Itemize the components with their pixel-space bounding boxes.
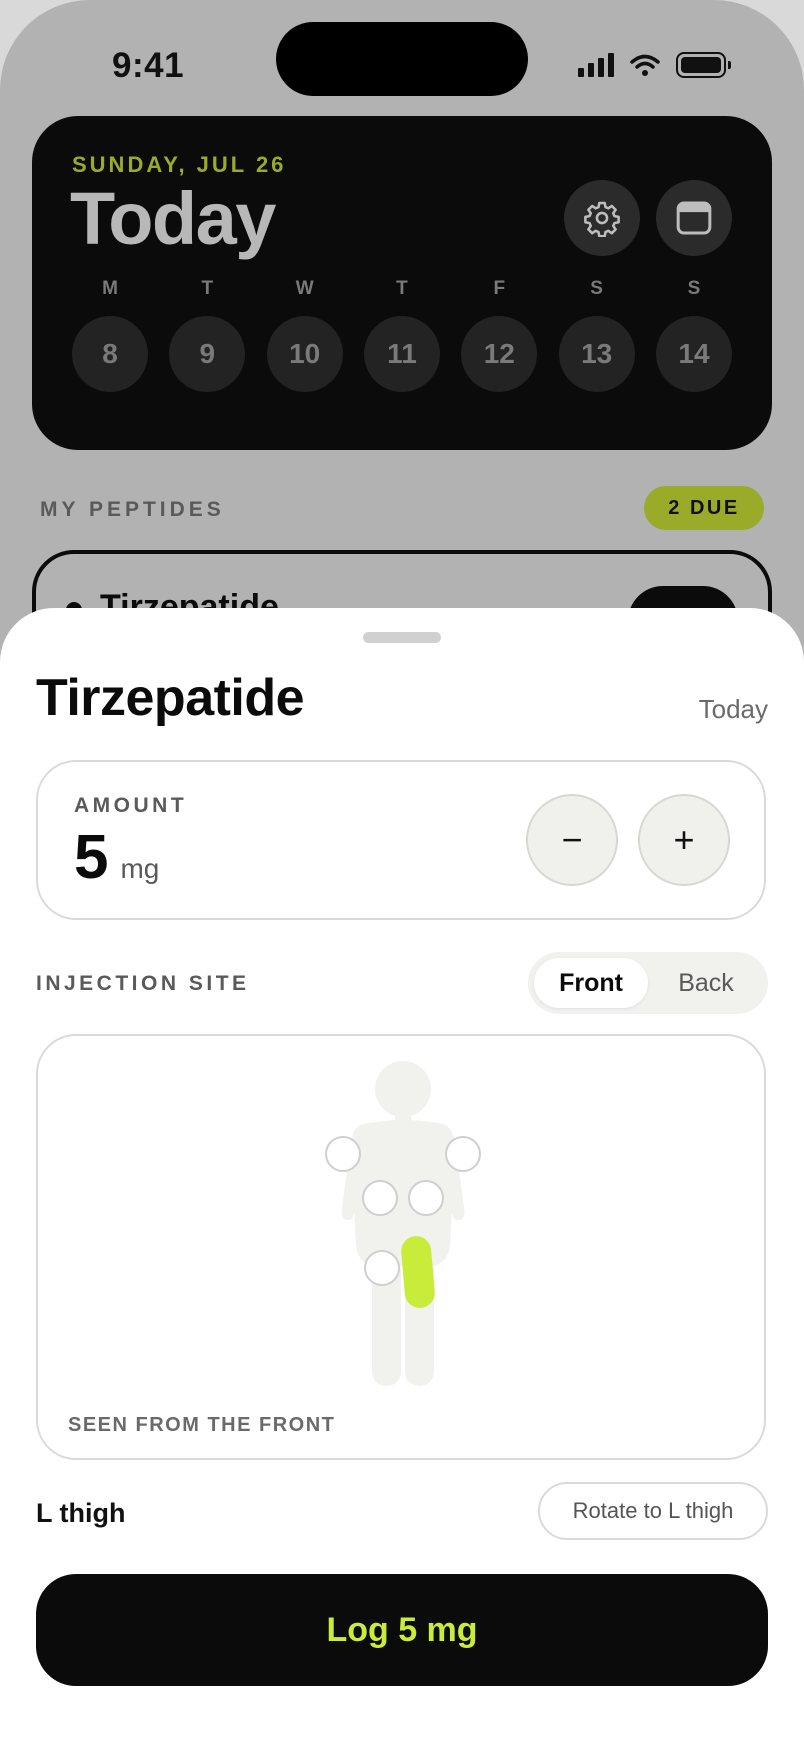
- body-figure: [341, 1061, 465, 1386]
- site-marker-r-arm[interactable]: [325, 1136, 361, 1172]
- week-day[interactable]: S 13: [558, 278, 635, 392]
- front-view-button[interactable]: Front: [534, 958, 648, 1008]
- weekday-label: S: [590, 278, 603, 299]
- today-header-card: SUNDAY, JUL 26 Today M8 T9 W 10 T 11 F 12 S…: [32, 116, 772, 450]
- amount-card: AMOUNT 5 mg − +: [36, 760, 766, 920]
- sheet-grabber[interactable]: [363, 632, 441, 643]
- view-toggle: Front Back: [528, 952, 768, 1014]
- dynamic-island: [276, 22, 528, 96]
- week-day[interactable]: T 11: [363, 278, 440, 392]
- week-day[interactable]: M8: [72, 278, 148, 392]
- sheet-date: Today: [698, 694, 768, 724]
- weekday-date: 12: [461, 316, 538, 392]
- body-map-caption: SEEN FROM THE FRONT: [68, 1414, 336, 1436]
- weekday-label: S: [687, 278, 701, 299]
- log-dose-button[interactable]: Log 5 mg: [36, 1574, 768, 1686]
- gear-icon: [584, 201, 620, 237]
- body-map-card: SEEN FROM THE FRONT: [36, 1034, 766, 1460]
- weekday-label: F: [493, 278, 506, 299]
- injection-site-label: INJECTION SITE: [36, 972, 250, 995]
- weekday-label: T: [396, 278, 408, 299]
- weekday-date: 13: [558, 316, 635, 392]
- decrement-button[interactable]: −: [526, 794, 618, 886]
- rotate-site-button[interactable]: Rotate to L thigh: [538, 1482, 768, 1540]
- battery-icon: [676, 52, 731, 78]
- due-badge: 2 DUE: [644, 486, 764, 530]
- selected-site-label: L thigh: [36, 1498, 126, 1528]
- weekday-date: 11: [363, 316, 440, 392]
- page-title: Today: [70, 177, 276, 260]
- body-map: [325, 1061, 481, 1386]
- week-day[interactable]: W 10: [266, 278, 343, 392]
- wifi-icon: [630, 54, 660, 76]
- week-day[interactable]: F 12: [461, 278, 538, 392]
- weekday-date: 8: [72, 316, 148, 392]
- sheet-title: Tirzepatide: [36, 669, 305, 727]
- header-date: SUNDAY, JUL 26: [72, 152, 287, 177]
- amount-value-group: 5 mg: [74, 822, 159, 893]
- weekday-label: W: [295, 278, 314, 299]
- weekday-label: M: [102, 278, 118, 299]
- my-peptides-label: MY PEPTIDES: [40, 498, 225, 521]
- weekday-label: T: [201, 278, 214, 299]
- week-strip: M8 T9 W 10 T 11 F 12 S 13 S 14: [72, 278, 732, 392]
- weekday-date: 10: [266, 316, 343, 392]
- phone-screen: 9:41 SUNDAY, JUL 26 Today M8 T 9 W 10 T …: [0, 0, 804, 1748]
- site-marker-r-thigh[interactable]: [364, 1250, 400, 1286]
- amount-value: 5: [74, 823, 109, 892]
- weekday-date: 14: [655, 316, 732, 392]
- amount-label: AMOUNT: [74, 794, 188, 817]
- increment-button[interactable]: +: [638, 794, 730, 886]
- site-marker-l-arm[interactable]: [445, 1136, 481, 1172]
- status-time: 9:41: [112, 46, 185, 85]
- amount-unit: mg: [120, 853, 160, 884]
- status-icons: [578, 52, 731, 78]
- calendar-button[interactable]: [656, 180, 732, 256]
- week-day[interactable]: S 14: [655, 278, 732, 392]
- weekday-date: 9: [169, 316, 246, 392]
- calendar-icon: [676, 201, 712, 235]
- week-day[interactable]: T9: [169, 278, 246, 392]
- back-view-button[interactable]: Back: [650, 958, 762, 1008]
- site-marker-r-abdomen[interactable]: [362, 1180, 398, 1216]
- cellular-signal-icon: [578, 53, 614, 77]
- log-dose-sheet: Tirzepatide Today AMOUNT 5 mg − + INJECT…: [0, 608, 804, 1748]
- site-marker-l-abdomen[interactable]: [408, 1180, 444, 1216]
- settings-button[interactable]: [564, 180, 640, 256]
